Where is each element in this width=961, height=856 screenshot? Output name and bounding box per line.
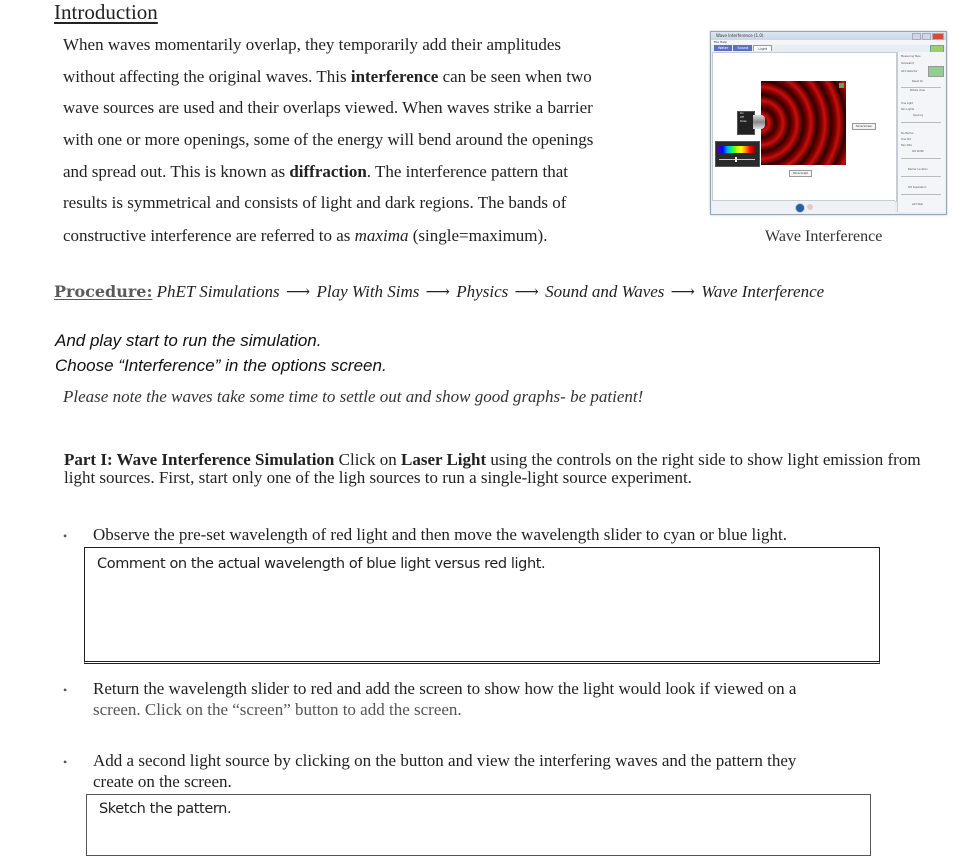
barrier-location-slider [901, 176, 941, 177]
control-divider [901, 87, 941, 88]
procedure-step: Play With Sims [316, 282, 420, 301]
wavelength-spectrum [718, 146, 755, 153]
intro-text: (single=maximum). [408, 226, 548, 245]
wave-area-close-icon [839, 83, 844, 88]
sim-control-panel: Measuring Tape Stopwatch Add Detector Re… [897, 52, 945, 212]
bullet-icon: • [63, 529, 68, 543]
answer-box-wavelength[interactable]: Comment on the actual wavelength of blue… [84, 547, 880, 664]
intro-text: constructive interference are referred t… [63, 226, 355, 245]
wavelength-panel [715, 141, 760, 167]
bullet-icon: • [63, 755, 68, 769]
control-slit-width: Slit Width [912, 150, 925, 153]
procedure-line: Procedure: PhET Simulations ⟶ Play With … [54, 282, 824, 302]
maximize-icon [922, 33, 931, 40]
answer-box-prompt: Comment on the actual wavelength of blue… [97, 556, 546, 572]
procedure-step: Physics [456, 282, 509, 301]
sim-tab-sound: Sound [733, 45, 753, 51]
sim-tab-light: Light [753, 45, 773, 51]
wave-interference-sim-image: Wave Interference (1.0) File Help Water … [710, 31, 947, 215]
key-term: interference [350, 67, 439, 86]
sim-play-area: On Off Pulse Show Screen Show Graph [712, 52, 897, 202]
answer-box-prompt: Sketch the pattern. [99, 801, 232, 817]
sim-image-caption: Wave Interference [765, 228, 883, 245]
show-graph-button: Show Graph [789, 170, 813, 177]
part1-text: Click on [334, 450, 401, 469]
procedure-step: Sound and Waves [545, 282, 665, 301]
control-add-detector: Add Detector [901, 70, 918, 73]
intro-text: can be seen when two [438, 67, 592, 86]
red-wave-pattern [761, 81, 846, 165]
spacing-slider [901, 122, 941, 123]
arrow-icon: ⟶ [425, 282, 451, 301]
sim-tab-water: Water [714, 45, 733, 51]
laser-emitter-icon [753, 115, 765, 129]
emitter-pulse-button: Pulse [740, 120, 747, 123]
control-reset-all: Reset All [912, 80, 923, 83]
intro-text: and spread out. This is known as [63, 162, 290, 181]
sim-window-buttons [912, 33, 944, 40]
control-add-wall: Add Wall [912, 203, 923, 206]
intro-text: . The interference pattern that [366, 162, 569, 181]
minimize-icon [912, 33, 921, 40]
control-barrier-location: Barrier Location [908, 168, 928, 171]
italic-term: maxima [354, 226, 409, 245]
intro-text: When waves momentarily overlap, they tem… [63, 35, 562, 54]
introduction-line: When waves momentarily overlap, they tem… [63, 35, 561, 55]
sim-playback-bar [712, 200, 895, 214]
control-two-slits: Two Slits [901, 144, 912, 147]
introduction-heading: Introduction [54, 0, 158, 24]
amplitude-slider-track [719, 159, 755, 160]
intro-text: results is symmetrical and consists of l… [63, 193, 567, 212]
slit-separation-slider [901, 194, 941, 195]
control-spacing: Spacing [913, 114, 923, 117]
control-slit-separation: Slit Separation [908, 186, 927, 189]
introduction-line: without affecting the original waves. Th… [63, 67, 592, 87]
control-one-slit: One Slit [901, 138, 911, 141]
sim-tabs: Water Sound Light [714, 45, 773, 51]
procedure-step: Wave Interference [701, 282, 825, 301]
slit-width-slider [901, 158, 941, 159]
bullet-text-continued: create on the screen. [93, 772, 232, 791]
choose-instruction: Choose “Interference” in the options scr… [55, 356, 387, 375]
bullet-text-continued: screen. Click on the “screen” button to … [93, 700, 462, 719]
key-term: diffraction [289, 162, 367, 181]
introduction-line: results is symmetrical and consists of l… [63, 193, 566, 213]
introduction-line: with one or more openings, some of the e… [63, 130, 593, 150]
step-icon [807, 204, 813, 210]
bullet-text: Observe the pre-set wavelength of red li… [93, 525, 787, 544]
intro-text: with one or more openings, some of the e… [63, 130, 594, 149]
close-icon [932, 33, 944, 40]
introduction-line: and spread out. This is known as diffrac… [63, 162, 568, 182]
pause-icon [795, 203, 805, 213]
control-two-lights: Two Lights [901, 108, 915, 111]
bullet-text: Return the wavelength slider to red and … [93, 679, 797, 698]
procedure-label: Procedure: [54, 282, 153, 301]
control-stopwatch: Stopwatch [901, 62, 915, 65]
bullet-icon: • [63, 683, 68, 697]
patience-note: Please note the waves take some time to … [63, 387, 644, 406]
arrow-icon: ⟶ [670, 282, 696, 301]
control-one-light: One Light [901, 102, 914, 105]
intro-text: wave sources are used and their overlaps… [63, 98, 593, 117]
bullet-text: Add a second light source by clicking on… [93, 751, 797, 770]
sim-title-bar: Wave Interference (1.0) [711, 32, 946, 40]
part1-title: Part I: Wave Interference Simulation [64, 450, 335, 469]
amplitude-slider-knob [735, 157, 737, 162]
control-rotate-view: Rotate View [910, 89, 925, 92]
part1-paragraph: Part I: Wave Interference Simulation Cli… [64, 451, 944, 487]
arrow-icon: ⟶ [514, 282, 539, 301]
play-instruction: And play start to run the simulation. [55, 331, 322, 350]
laser-light-term: Laser Light [400, 450, 487, 469]
detector-icon [928, 66, 944, 77]
show-screen-button: Show Screen [852, 123, 877, 130]
introduction-line: wave sources are used and their overlaps… [63, 98, 593, 118]
introduction-line: constructive interference are referred t… [63, 226, 547, 246]
answer-box-sketch[interactable]: Sketch the pattern. [86, 794, 871, 856]
procedure-step: PhET Simulations [156, 282, 280, 301]
control-measuring-tape: Measuring Tape [901, 55, 921, 58]
arrow-icon: ⟶ [285, 282, 311, 301]
control-no-barrier: No Barrier [901, 132, 914, 135]
intro-text: without affecting the original waves. Th… [63, 67, 351, 86]
